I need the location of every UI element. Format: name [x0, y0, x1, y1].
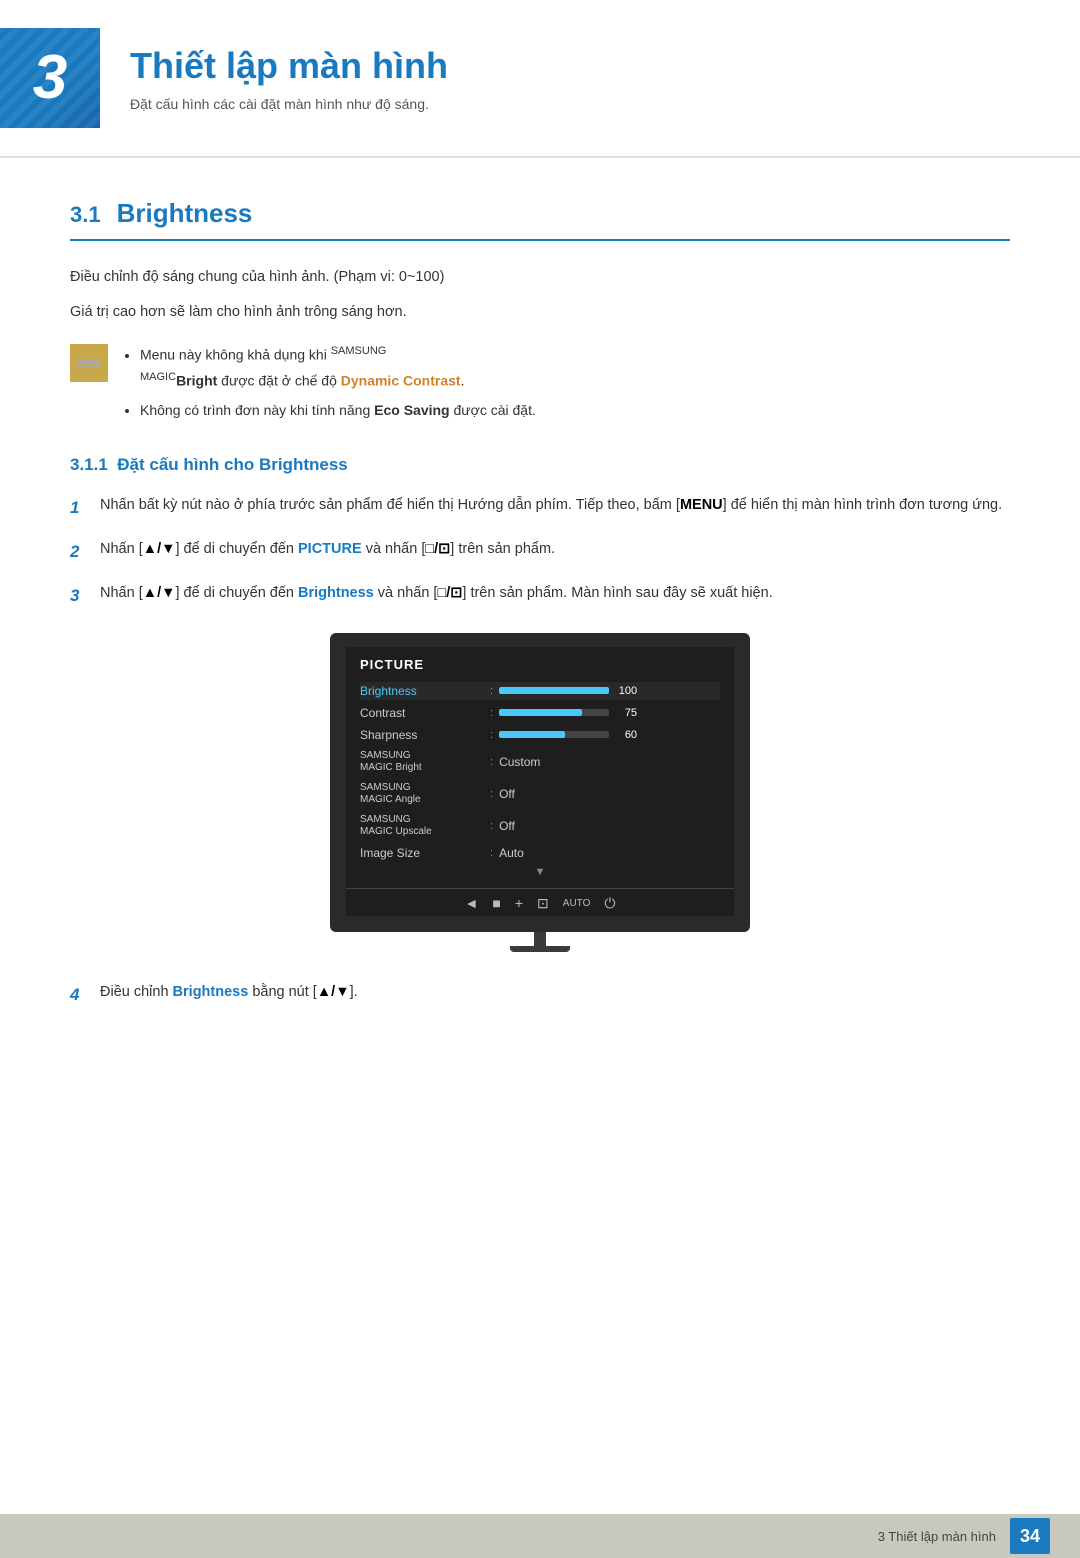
menu-label-magic-angle: SAMSUNGMAGIC Angle — [360, 782, 490, 806]
step-2: 2 Nhấn [▲/▼] để di chuyển đến PICTURE và… — [70, 537, 1010, 567]
monitor-icon-lines — [78, 358, 100, 368]
body-para-2: Giá trị cao hơn sẽ làm cho hình ảnh trôn… — [70, 300, 1010, 325]
chapter-number: 3 — [33, 47, 67, 109]
menu-bar-sharpness: 60 — [499, 729, 720, 741]
menu-row-sharpness: Sharpness : 60 — [360, 726, 720, 744]
scroll-indicator: ▼ — [360, 866, 720, 878]
menu-label-brightness: Brightness — [360, 684, 490, 698]
bottom-icon-power: ⏻ — [604, 895, 615, 912]
step-num-1: 1 — [70, 494, 90, 523]
stand-neck — [534, 932, 546, 946]
footer-chapter-ref: 3 Thiết lập màn hình — [878, 1529, 996, 1544]
step-num-2: 2 — [70, 538, 90, 567]
chapter-header: 3 Thiết lập màn hình Đặt cấu hình các cà… — [0, 0, 1080, 158]
bar-track-brightness — [499, 687, 609, 694]
menu-label-magic-bright: SAMSUNGMAGIC Bright — [360, 750, 490, 774]
bar-value-contrast: 75 — [615, 707, 637, 719]
bar-track-sharpness — [499, 731, 609, 738]
bar-fill-contrast — [499, 709, 582, 716]
step-num-3: 3 — [70, 582, 90, 611]
step-text-1: Nhấn bất kỳ nút nào ở phía trước sản phẩ… — [100, 493, 1010, 518]
chapter-subtitle: Đặt cấu hình các cài đặt màn hình như độ… — [130, 96, 448, 112]
steps-list-2: 4 Điều chỉnh Brightness bằng nút [▲/▼]. — [70, 980, 1010, 1010]
page-footer: 3 Thiết lập màn hình 34 — [0, 1514, 1080, 1558]
note-icon — [70, 344, 108, 382]
subsection-title: Đặt cấu hình cho Brightness — [117, 455, 347, 474]
menu-label-image-size: Image Size — [360, 846, 490, 860]
bottom-icon-auto: AUTO — [563, 898, 591, 909]
chapter-title: Thiết lập màn hình — [130, 44, 448, 87]
step-1: 1 Nhấn bất kỳ nút nào ở phía trước sản p… — [70, 493, 1010, 523]
monitor-container: PICTURE Brightness : 100 — [70, 633, 1010, 952]
menu-value-magic-upscale: Off — [499, 819, 515, 833]
subsection-heading: 3.1.1 Đặt cấu hình cho Brightness — [70, 455, 1010, 475]
step-4: 4 Điều chỉnh Brightness bằng nút [▲/▼]. — [70, 980, 1010, 1010]
menu-label-sharpness: Sharpness — [360, 728, 490, 742]
monitor-bottom-bar: ◄ ■ + ⊡ AUTO ⏻ — [346, 888, 734, 916]
step-text-3: Nhấn [▲/▼] để di chuyển đến Brightness v… — [100, 581, 1010, 606]
menu-row-magic-upscale: SAMSUNGMAGIC Upscale : Off — [360, 812, 720, 840]
bottom-icon-1: ■ — [492, 895, 500, 911]
step-3: 3 Nhấn [▲/▼] để di chuyển đến Brightness… — [70, 581, 1010, 611]
monitor-stand — [330, 932, 750, 952]
bar-fill-brightness — [499, 687, 609, 694]
subsection-number: 3.1.1 — [70, 455, 108, 474]
footer-page-number: 34 — [1010, 1518, 1050, 1554]
monitor-frame: PICTURE Brightness : 100 — [330, 633, 750, 952]
screen-menu-title: PICTURE — [360, 657, 720, 672]
bottom-icon-2: + — [515, 895, 523, 911]
note-item-1: Menu này không khả dụng khi SAMSUNGMAGIC… — [140, 342, 536, 394]
main-content: 3.1 Brightness Điều chỉnh độ sáng chung … — [0, 158, 1080, 1558]
menu-row-contrast: Contrast : 75 — [360, 704, 720, 722]
step-num-4: 4 — [70, 981, 90, 1010]
menu-label-magic-upscale: SAMSUNGMAGIC Upscale — [360, 814, 490, 838]
menu-row-image-size: Image Size : Auto — [360, 844, 720, 862]
body-para-1: Điều chỉnh độ sáng chung của hình ảnh. (… — [70, 265, 1010, 290]
bottom-icon-left: ◄ — [465, 895, 479, 911]
menu-row-magic-angle: SAMSUNGMAGIC Angle : Off — [360, 780, 720, 808]
menu-value-magic-angle: Off — [499, 787, 515, 801]
menu-bar-brightness: 100 — [499, 685, 720, 697]
stand-base — [510, 946, 570, 952]
chapter-title-block: Thiết lập màn hình Đặt cấu hình các cài … — [130, 44, 448, 111]
bottom-icon-3: ⊡ — [537, 895, 549, 912]
menu-value-image-size: Auto — [499, 846, 524, 860]
chapter-number-block: 3 — [0, 28, 100, 128]
menu-label-contrast: Contrast — [360, 706, 490, 720]
section-number: 3.1 — [70, 202, 101, 228]
menu-value-magic-bright: Custom — [499, 755, 540, 769]
note-list: Menu này không khả dụng khi SAMSUNGMAGIC… — [124, 342, 536, 427]
bar-fill-sharpness — [499, 731, 565, 738]
steps-list: 1 Nhấn bất kỳ nút nào ở phía trước sản p… — [70, 493, 1010, 611]
section-title: Brightness — [117, 198, 253, 229]
bar-track-contrast — [499, 709, 609, 716]
section-heading: 3.1 Brightness — [70, 198, 1010, 241]
bar-value-brightness: 100 — [615, 685, 637, 697]
menu-bar-contrast: 75 — [499, 707, 720, 719]
bar-value-sharpness: 60 — [615, 729, 637, 741]
monitor-screen-frame: PICTURE Brightness : 100 — [330, 633, 750, 932]
step-text-2: Nhấn [▲/▼] để di chuyển đến PICTURE và n… — [100, 537, 1010, 562]
note-item-2: Không có trình đơn này khi tính năng Eco… — [140, 398, 536, 423]
step-text-4: Điều chỉnh Brightness bằng nút [▲/▼]. — [100, 980, 1010, 1005]
note-block: Menu này không khả dụng khi SAMSUNGMAGIC… — [70, 342, 1010, 427]
menu-row-brightness: Brightness : 100 — [360, 682, 720, 700]
menu-row-magic-bright: SAMSUNGMAGIC Bright : Custom — [360, 748, 720, 776]
monitor-screen: PICTURE Brightness : 100 — [346, 647, 734, 888]
